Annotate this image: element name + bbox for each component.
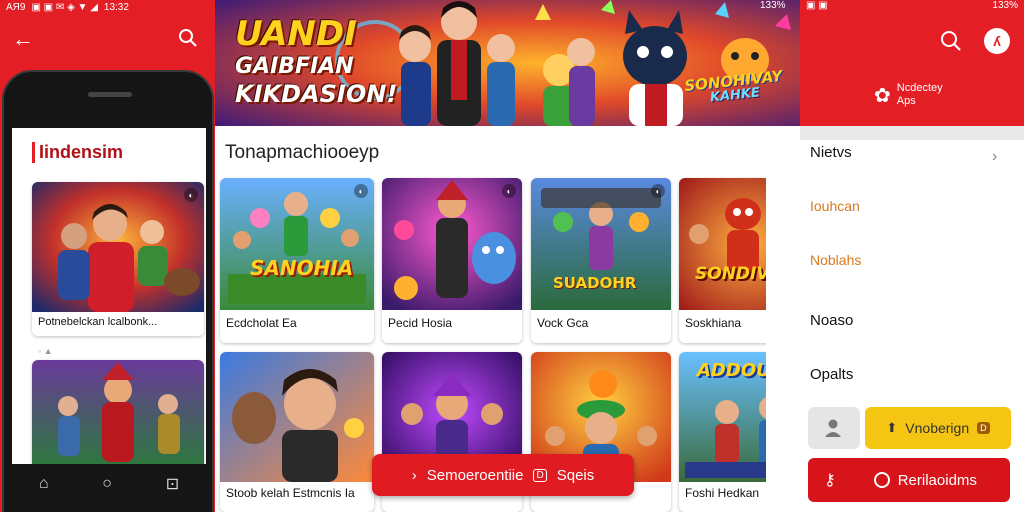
game-card-title: Soskhiana	[685, 316, 742, 330]
banner-status-battery: 133%	[760, 0, 786, 11]
menu-item[interactable]: Noaso	[810, 312, 853, 329]
menu-item[interactable]: Opalts	[810, 366, 853, 383]
banner-title-line2: GAIBFIAN	[235, 54, 354, 79]
card-sub-icon: ◦ ▲	[38, 346, 53, 356]
game-card[interactable]: ◐ Pecid Hosia	[382, 178, 522, 343]
game-thumbnail	[32, 360, 204, 464]
home-icon[interactable]: ⌂	[39, 475, 49, 493]
card-badge-icon: ◐	[354, 184, 368, 198]
game-card-title: Ecdcholat Ea	[226, 316, 297, 330]
status-clock: 13:32	[103, 1, 129, 13]
circle-home-icon[interactable]: ○	[102, 475, 112, 493]
promo-arrow-icon: ›	[411, 466, 417, 484]
game-thumbnail	[382, 178, 522, 310]
menu-item[interactable]: Nietvs	[810, 144, 852, 161]
right-header: ▣ ▣ 133% ʎ ✿ Ncdectey Aps	[800, 0, 1024, 126]
yellow-action-button[interactable]: ⬆ Vnoberign D	[865, 407, 1011, 449]
user-icon	[825, 419, 841, 437]
recents-icon[interactable]: ⊡	[166, 474, 179, 494]
game-art-title: SANOHIA	[250, 256, 354, 280]
chevron-right-icon[interactable]: ›	[992, 148, 997, 166]
phone-nav-bar: ⌂ ○ ⊡	[12, 464, 206, 504]
card-title: Potnebelckan lcalbonk...	[38, 316, 158, 328]
yellow-button-label: Vnoberign	[905, 420, 970, 436]
side-menu: Nietvs › Iouhcan Noblahs Noaso Opalts ⬆ …	[766, 140, 1024, 512]
back-arrow-icon[interactable]: ←	[12, 28, 34, 50]
game-card-title: Vock Gca	[537, 316, 589, 330]
phone-speaker	[88, 92, 132, 97]
search-icon[interactable]	[178, 28, 198, 48]
promo-button-right-label: Sqeis	[556, 466, 595, 484]
section-title: Tonapmachiooeyp	[225, 142, 380, 163]
left-status-bar: AЯ9 ▣ ▣ ✉ ◈ ▼ ◢ 13:32	[0, 0, 135, 14]
profile-icon[interactable]: ʎ	[984, 28, 1010, 54]
status-battery: 133%	[992, 0, 1018, 11]
badge-icon: D	[977, 422, 990, 434]
apps-icon: ✿	[874, 84, 891, 107]
user-button[interactable]	[808, 407, 860, 449]
promo-p-icon: D	[533, 468, 547, 482]
status-carrier: AЯ9	[6, 1, 26, 13]
status-icons: ▣ ▣ ✉ ◈ ▼ ◢	[31, 1, 98, 13]
banner-title-line1: UANDI	[235, 14, 357, 54]
card-badge-icon: ◐	[651, 184, 665, 198]
card-badge-icon: ◐	[502, 184, 516, 198]
card-badge-icon: ◐	[184, 188, 198, 202]
search-icon[interactable]	[940, 30, 962, 52]
red-button-label: Rerilaoidms	[897, 471, 977, 489]
app-screenshot-collage: AЯ9 ▣ ▣ ✉ ◈ ▼ ◢ 13:32 ← Iindensim ◐ Potn…	[0, 0, 1024, 512]
phone-device: Iindensim ◐ Potnebelckan lcalbonk... ◦ ▲…	[2, 70, 214, 512]
red-action-button[interactable]: ⚷ Rerilaoidms	[808, 458, 1010, 502]
game-card-title: Stoob kelah Estmcnis Ia	[226, 486, 355, 500]
person-icon: ⬆	[886, 420, 898, 435]
phone-app-title: Iindensim	[32, 142, 123, 163]
game-card-title: Foshi Hedkan	[685, 486, 760, 500]
game-card[interactable]: Stoob kelah Estmcnis Ia	[220, 352, 374, 512]
brand-block: ✿ Ncdectey Aps	[874, 82, 957, 108]
game-thumbnail	[220, 178, 374, 310]
hero-banner[interactable]: UANDI GAIBFIAN KIKDASION! SONOHIVAY KAHK…	[215, 0, 800, 126]
left-panel: AЯ9 ▣ ▣ ✉ ◈ ▼ ◢ 13:32 ← Iindensim ◐ Potn…	[0, 0, 215, 512]
status-icons: ▣ ▣	[806, 0, 828, 11]
brand-name: Ncdectey Aps	[896, 82, 943, 108]
phone-game-card[interactable]	[32, 360, 204, 464]
right-status-bar: ▣ ▣ 133%	[800, 0, 1024, 14]
game-thumbnail	[220, 352, 374, 482]
promo-button[interactable]: › Semoeroentiie D Sqeis	[372, 454, 634, 496]
menu-item[interactable]: Noblahs	[810, 252, 861, 268]
banner-title-line3: KIKDASION!	[235, 80, 398, 108]
phone-screen: Iindensim ◐ Potnebelckan lcalbonk... ◦ ▲	[12, 128, 206, 464]
game-art-title: SUADOHR	[553, 274, 637, 292]
promo-button-left-label: Semoeroentiie	[426, 466, 524, 484]
circle-icon	[873, 472, 890, 488]
menu-item[interactable]: Iouhcan	[810, 198, 860, 214]
games-panel: Tonapmachiooeyp SANOHIA ◐ Ecdcholat Ea ◐…	[215, 126, 819, 512]
game-card-title: Pecid Hosia	[388, 316, 453, 330]
game-thumbnail	[32, 182, 204, 312]
key-icon: ⚷	[824, 472, 836, 489]
game-card[interactable]: SUADOHR ◐ Vock Gca	[531, 178, 671, 343]
phone-game-card[interactable]: ◐ Potnebelckan lcalbonk...	[32, 182, 204, 336]
game-card[interactable]: SANOHIA ◐ Ecdcholat Ea	[220, 178, 374, 343]
